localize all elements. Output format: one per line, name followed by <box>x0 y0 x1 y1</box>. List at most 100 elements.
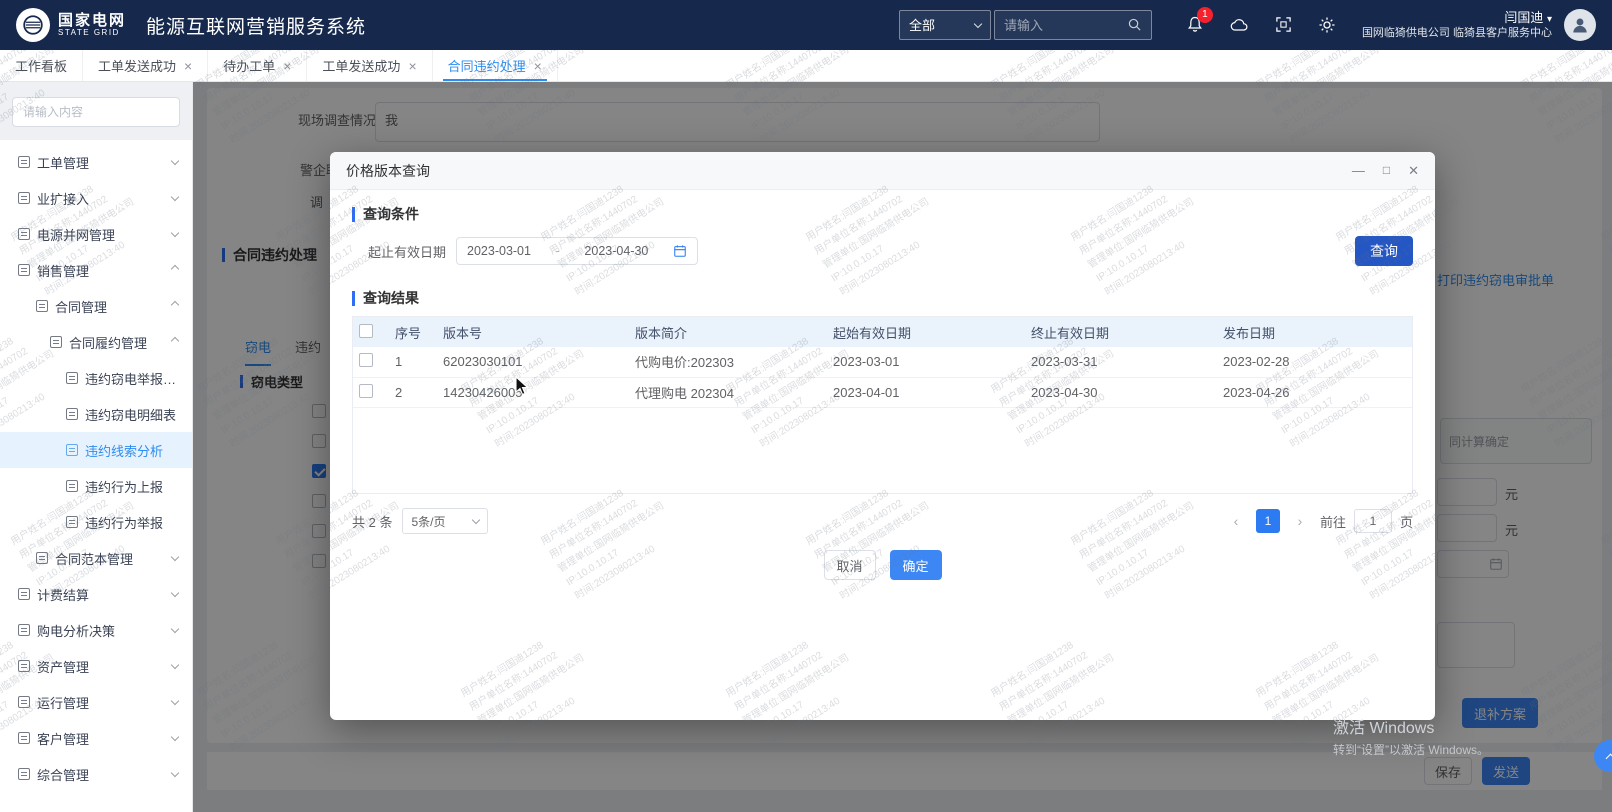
query-conditions-section: 查询条件 <box>352 204 1413 224</box>
table-row[interactable]: 214230426005代理购电 2023042023-04-012023-04… <box>353 377 1412 407</box>
menu-label: 违约窃电举报奖励 <box>85 369 178 388</box>
table-cell: 2023-03-01 <box>827 347 1025 377</box>
table-cell: 62023030101 <box>437 347 629 377</box>
chevron-down-icon <box>171 697 179 705</box>
column-header: 终止有效日期 <box>1025 317 1217 347</box>
sidebar-item-合同管理[interactable]: 合同管理 <box>0 288 192 324</box>
sidebar-item-合同履约管理[interactable]: 合同履约管理 <box>0 324 192 360</box>
menu-doc-icon <box>66 372 78 384</box>
chevron-up-icon <box>171 301 179 309</box>
select-all-checkbox[interactable] <box>359 324 373 338</box>
menu-doc-icon <box>18 696 30 708</box>
sidebar-item-合同范本管理[interactable]: 合同范本管理 <box>0 540 192 576</box>
date-start-value[interactable]: 2023-03-01 <box>467 244 531 258</box>
menu-doc-icon <box>18 264 30 276</box>
date-separator: - <box>556 244 560 258</box>
notifications-bell-icon[interactable]: 1 <box>1186 16 1204 33</box>
menu-doc-icon <box>18 588 30 600</box>
menu-label: 违约线索分析 <box>85 441 163 460</box>
tab-5[interactable]: 合同违约处理× <box>433 50 558 81</box>
sidebar-item-销售管理[interactable]: 销售管理 <box>0 252 192 288</box>
query-section-title: 查询条件 <box>363 204 419 224</box>
date-end-value[interactable]: 2023-04-30 <box>584 244 648 258</box>
row-checkbox[interactable] <box>359 384 373 398</box>
page-size-value: 5条/页 <box>411 513 445 530</box>
menu-doc-icon <box>18 228 30 240</box>
next-page-button[interactable]: › <box>1288 509 1312 533</box>
sidebar-item-违约窃电举报奖励[interactable]: 违约窃电举报奖励 <box>0 360 192 396</box>
menu-doc-icon <box>18 768 30 780</box>
menu-label: 违约行为上报 <box>85 477 163 496</box>
sidebar-item-业扩接入[interactable]: 业扩接入 <box>0 180 192 216</box>
tab-2[interactable]: 工单发送成功× <box>83 50 208 81</box>
confirm-button[interactable]: 确定 <box>890 550 942 580</box>
sidebar-item-综合管理[interactable]: 综合管理 <box>0 756 192 792</box>
sidebar-item-电源并网管理[interactable]: 电源并网管理 <box>0 216 192 252</box>
cancel-button[interactable]: 取消 <box>824 550 876 580</box>
table-row[interactable]: 162023030101代购电价:2023032023-03-012023-03… <box>353 347 1412 377</box>
tab-close-icon[interactable]: × <box>408 59 416 73</box>
sidebar-search-input[interactable] <box>12 97 180 127</box>
row-checkbox[interactable] <box>359 353 373 367</box>
sidebar-item-客户管理[interactable]: 客户管理 <box>0 720 192 756</box>
menu-doc-icon <box>18 660 30 672</box>
menu-label: 合同范本管理 <box>55 549 133 568</box>
search-scope-select[interactable]: 全部 <box>899 10 991 40</box>
app-header: 国家电网 STATE GRID 能源互联网营销服务系统 全部 请输入 1 <box>0 0 1612 50</box>
tab-close-icon[interactable]: × <box>283 59 291 73</box>
sidebar-item-购电分析决策[interactable]: 购电分析决策 <box>0 612 192 648</box>
user-info-dropdown[interactable]: 闫国迪 ▾ 国网临猗供电公司 临猗县客户服务中心 <box>1362 9 1552 41</box>
menu-doc-icon <box>50 336 62 348</box>
dialog-header[interactable]: 价格版本查询 — □ ✕ <box>330 152 1435 190</box>
sidebar-item-违约窃电明细表[interactable]: 违约窃电明细表 <box>0 396 192 432</box>
chevron-up-icon <box>171 337 179 345</box>
search-scope-value: 全部 <box>909 15 935 34</box>
menu-label: 合同履约管理 <box>69 333 147 352</box>
goto-suffix: 页 <box>1400 512 1413 531</box>
sidebar-item-运行管理[interactable]: 运行管理 <box>0 684 192 720</box>
tab-close-icon[interactable]: × <box>534 59 542 73</box>
menu-label: 计费结算 <box>37 585 89 604</box>
maximize-icon[interactable]: □ <box>1383 164 1390 177</box>
tab-4[interactable]: 工单发送成功× <box>307 50 432 81</box>
avatar[interactable] <box>1564 9 1596 41</box>
menu-doc-icon <box>36 300 48 312</box>
prev-page-button[interactable]: ‹ <box>1224 509 1248 533</box>
user-org: 国网临猗供电公司 临猗县客户服务中心 <box>1362 26 1552 41</box>
chevron-down-icon <box>171 769 179 777</box>
page-button-1[interactable]: 1 <box>1256 509 1280 533</box>
menu-label: 违约行为举报 <box>85 513 163 532</box>
sidebar-item-资产管理[interactable]: 资产管理 <box>0 648 192 684</box>
menu-label: 运行管理 <box>37 693 89 712</box>
query-button[interactable]: 查询 <box>1355 236 1413 266</box>
sidebar-item-违约行为上报[interactable]: 违约行为上报 <box>0 468 192 504</box>
settings-gear-icon[interactable] <box>1318 16 1336 34</box>
goto-page-input[interactable] <box>1354 509 1392 533</box>
sidebar-item-违约线索分析[interactable]: 违约线索分析 <box>0 432 192 468</box>
close-icon[interactable]: ✕ <box>1408 164 1419 177</box>
tab-1[interactable]: 工作看板 <box>0 50 83 81</box>
logo-text-cn: 国家电网 <box>58 13 126 29</box>
sidebar-item-违约行为举报[interactable]: 违约行为举报 <box>0 504 192 540</box>
sidebar-item-工单管理[interactable]: 工单管理 <box>0 144 192 180</box>
page-size-select[interactable]: 5条/页 <box>402 508 488 534</box>
search-icon[interactable] <box>1127 17 1142 32</box>
cloud-icon[interactable] <box>1230 17 1249 32</box>
tab-close-icon[interactable]: × <box>184 59 192 73</box>
menu-label: 购电分析决策 <box>37 621 115 640</box>
global-search-input[interactable]: 请输入 <box>994 10 1152 40</box>
price-version-dialog: 价格版本查询 — □ ✕ 查询条件 起止有效日期 2023-03-01 - 20… <box>330 152 1435 720</box>
chevron-down-icon <box>171 157 179 165</box>
app-title: 能源互联网营销服务系统 <box>146 12 366 39</box>
date-range-input[interactable]: 2023-03-01 - 2023-04-30 <box>456 237 698 265</box>
menu-label: 违约窃电明细表 <box>85 405 176 424</box>
dialog-title: 价格版本查询 <box>346 161 430 181</box>
sidebar-search <box>0 82 192 140</box>
sidebar-item-计费结算[interactable]: 计费结算 <box>0 576 192 612</box>
table-cell: 2023-04-30 <box>1025 377 1217 407</box>
result-table: 序号版本号版本简介起始有效日期终止有效日期发布日期 162023030101代购… <box>352 316 1413 494</box>
menu-doc-icon <box>18 624 30 636</box>
minimize-icon[interactable]: — <box>1352 164 1365 177</box>
tab-3[interactable]: 待办工单× <box>208 50 307 81</box>
fullscreen-scan-icon[interactable] <box>1275 16 1292 33</box>
